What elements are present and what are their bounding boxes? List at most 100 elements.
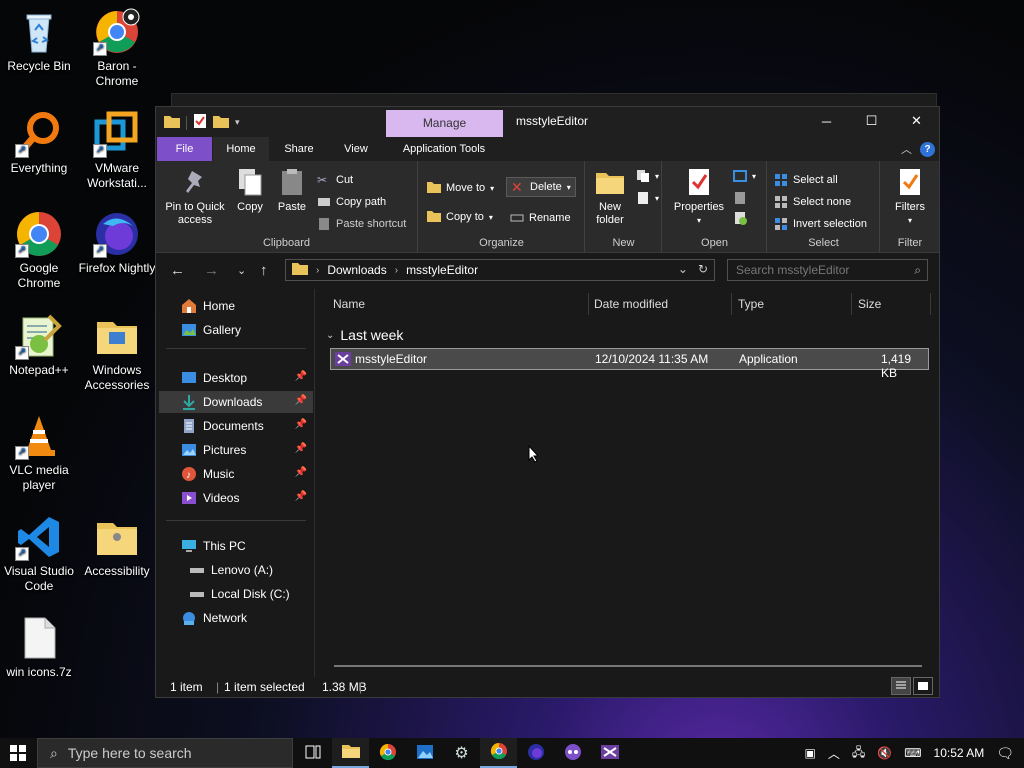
tab-share[interactable]: Share <box>274 137 324 161</box>
network-icon[interactable]: 🖧 <box>852 743 865 764</box>
new-item-button[interactable]: ▾ <box>636 169 659 183</box>
column-header-date[interactable]: Date modified <box>594 297 668 311</box>
help-icon[interactable]: ? <box>920 141 935 157</box>
select-all-button[interactable]: Select all <box>774 173 838 187</box>
invert-selection-button[interactable]: Invert selection <box>774 217 867 231</box>
tab-manage[interactable]: Manage <box>386 110 503 137</box>
sidebar-item-pictures[interactable]: Pictures 📌 <box>159 439 313 461</box>
rename-button[interactable]: Rename <box>510 211 571 225</box>
sidebar-item-this-pc[interactable]: This PC <box>159 535 313 557</box>
large-icons-view-button[interactable] <box>913 677 933 695</box>
forward-arrow-icon[interactable]: → <box>204 262 219 279</box>
customize-qat-icon[interactable]: ▾ <box>235 117 240 128</box>
pin-icon[interactable]: 📌 <box>295 395 307 406</box>
sidebar-item-local-disk[interactable]: Local Disk (C:) <box>159 583 313 605</box>
recent-locations-icon[interactable]: ⌄ <box>237 264 246 277</box>
chevron-down-icon[interactable]: ⌄ <box>678 262 688 276</box>
sidebar-item-desktop[interactable]: Desktop 📌 <box>159 367 313 389</box>
desktop-icon-firefox-nightly[interactable]: ↗ Firefox Nightly <box>78 210 156 276</box>
paste-shortcut-button[interactable]: Paste shortcut <box>317 217 406 231</box>
taskbar-msstyleeditor[interactable] <box>591 738 628 768</box>
taskbar-chrome[interactable] <box>369 738 406 768</box>
sidebar-item-home[interactable]: Home <box>159 295 313 317</box>
refresh-icon[interactable]: ↻ <box>698 262 708 276</box>
close-button[interactable]: ✕ <box>894 107 939 135</box>
minimize-button[interactable]: ─ <box>804 107 849 135</box>
properties-button[interactable]: Properties ▾ <box>671 167 727 227</box>
details-view-button[interactable] <box>891 677 911 695</box>
column-header-name[interactable]: Name <box>333 297 365 311</box>
folder-icon[interactable] <box>164 114 180 131</box>
clock[interactable]: 10:52 AM <box>934 746 985 760</box>
desktop-icon-windows-accessories[interactable]: Windows Accessories <box>78 312 156 393</box>
sidebar-item-music[interactable]: ♪ Music 📌 <box>159 463 313 485</box>
tab-home[interactable]: Home <box>213 137 269 161</box>
keyboard-icon[interactable]: ⌨ <box>904 746 921 760</box>
cut-button[interactable]: ✂ Cut <box>317 173 353 187</box>
horizontal-scrollbar[interactable] <box>334 665 922 667</box>
sidebar-item-videos[interactable]: Videos 📌 <box>159 487 313 509</box>
desktop-icon-google-chrome[interactable]: ↗ Google Chrome <box>0 210 78 291</box>
column-separator[interactable] <box>731 293 732 315</box>
tab-application-tools[interactable]: Application Tools <box>392 137 496 161</box>
edit-button[interactable] <box>733 191 747 205</box>
chevron-up-icon[interactable]: ︿ <box>828 745 840 762</box>
desktop-icon-notepad-plus-plus[interactable]: ↗ Notepad++ <box>0 312 78 378</box>
desktop-icon-accessibility[interactable]: Accessibility <box>78 513 156 579</box>
desktop-icon-recycle-bin[interactable]: Recycle Bin <box>0 8 78 74</box>
group-header-last-week[interactable]: ⌄ Last week <box>326 327 403 343</box>
address-bar[interactable]: › Downloads › msstyleEditor ⌄ ↻ <box>285 259 715 281</box>
taskbar-firefox-nightly[interactable] <box>517 738 554 768</box>
breadcrumb-downloads[interactable]: Downloads <box>327 263 386 277</box>
taskbar-settings[interactable]: ⚙ <box>443 738 480 768</box>
sidebar-item-downloads[interactable]: Downloads 📌 <box>159 391 313 413</box>
column-separator[interactable] <box>851 293 852 315</box>
column-header-type[interactable]: Type <box>738 297 764 311</box>
collapse-ribbon-icon[interactable]: ︿ <box>901 141 912 157</box>
copy-to-button[interactable]: Copy to ▾ <box>427 210 493 224</box>
pin-quick-access-button[interactable]: Pin to Quick access <box>162 167 228 227</box>
taskbar-search[interactable]: ⌕ Type here to search <box>37 738 293 768</box>
tab-file[interactable]: File <box>157 137 212 161</box>
easy-access-button[interactable]: ▾ <box>636 191 659 205</box>
column-separator[interactable] <box>588 293 589 315</box>
task-view-button[interactable] <box>294 738 331 768</box>
back-arrow-icon[interactable]: ← <box>170 262 185 279</box>
move-to-button[interactable]: Move to ▾ <box>427 181 494 195</box>
start-button[interactable] <box>0 738 36 768</box>
new-folder-icon[interactable] <box>213 114 229 131</box>
maximize-button[interactable]: ☐ <box>849 107 894 135</box>
taskbar-photos[interactable] <box>406 738 443 768</box>
paste-button[interactable]: Paste <box>272 167 312 214</box>
notification-badge-icon[interactable]: ▣ <box>804 746 815 760</box>
up-arrow-icon[interactable]: ↑ <box>260 262 268 279</box>
filters-button[interactable]: Filters ▾ <box>887 167 933 227</box>
copy-button[interactable]: Copy <box>232 167 268 214</box>
desktop-icon-vlc[interactable]: ↗ VLC media player <box>0 412 78 493</box>
delete-button[interactable]: ✕ Delete ▾ <box>506 177 576 197</box>
sidebar-item-documents[interactable]: Documents 📌 <box>159 415 313 437</box>
desktop-icon-win-icons-7z[interactable]: win icons.7z <box>0 614 78 680</box>
breadcrumb-msstyleeditor[interactable]: msstyleEditor <box>406 263 478 277</box>
search-input[interactable]: Search msstyleEditor ⌕ <box>727 259 928 281</box>
copy-path-button[interactable]: Copy path <box>317 195 386 209</box>
open-button[interactable]: ▾ <box>733 169 756 183</box>
column-separator[interactable] <box>930 293 931 315</box>
select-none-button[interactable]: Select none <box>774 195 851 209</box>
pin-icon[interactable]: 📌 <box>295 467 307 478</box>
pin-icon[interactable]: 📌 <box>295 371 307 382</box>
taskbar-baron-chrome[interactable] <box>480 738 517 768</box>
sidebar-item-network[interactable]: Network <box>159 607 313 629</box>
new-folder-button[interactable]: New folder <box>592 167 628 227</box>
pin-icon[interactable]: 📌 <box>295 443 307 454</box>
file-row[interactable]: msstyleEditor 12/10/2024 11:35 AM Applic… <box>330 348 929 380</box>
desktop-icon-vmware[interactable]: ↗ VMware Workstati... <box>78 110 156 191</box>
sidebar-item-gallery[interactable]: Gallery <box>159 319 313 341</box>
volume-muted-icon[interactable]: 🔇 <box>877 746 892 760</box>
pin-icon[interactable]: 📌 <box>295 419 307 430</box>
tab-view[interactable]: View <box>330 137 382 161</box>
history-button[interactable] <box>733 211 747 225</box>
desktop-icon-everything[interactable]: ↗ Everything <box>0 110 78 176</box>
desktop-icon-vscode[interactable]: ↗ Visual Studio Code <box>0 513 78 594</box>
desktop-icon-baron-chrome[interactable]: ↗ Baron - Chrome <box>78 8 156 89</box>
